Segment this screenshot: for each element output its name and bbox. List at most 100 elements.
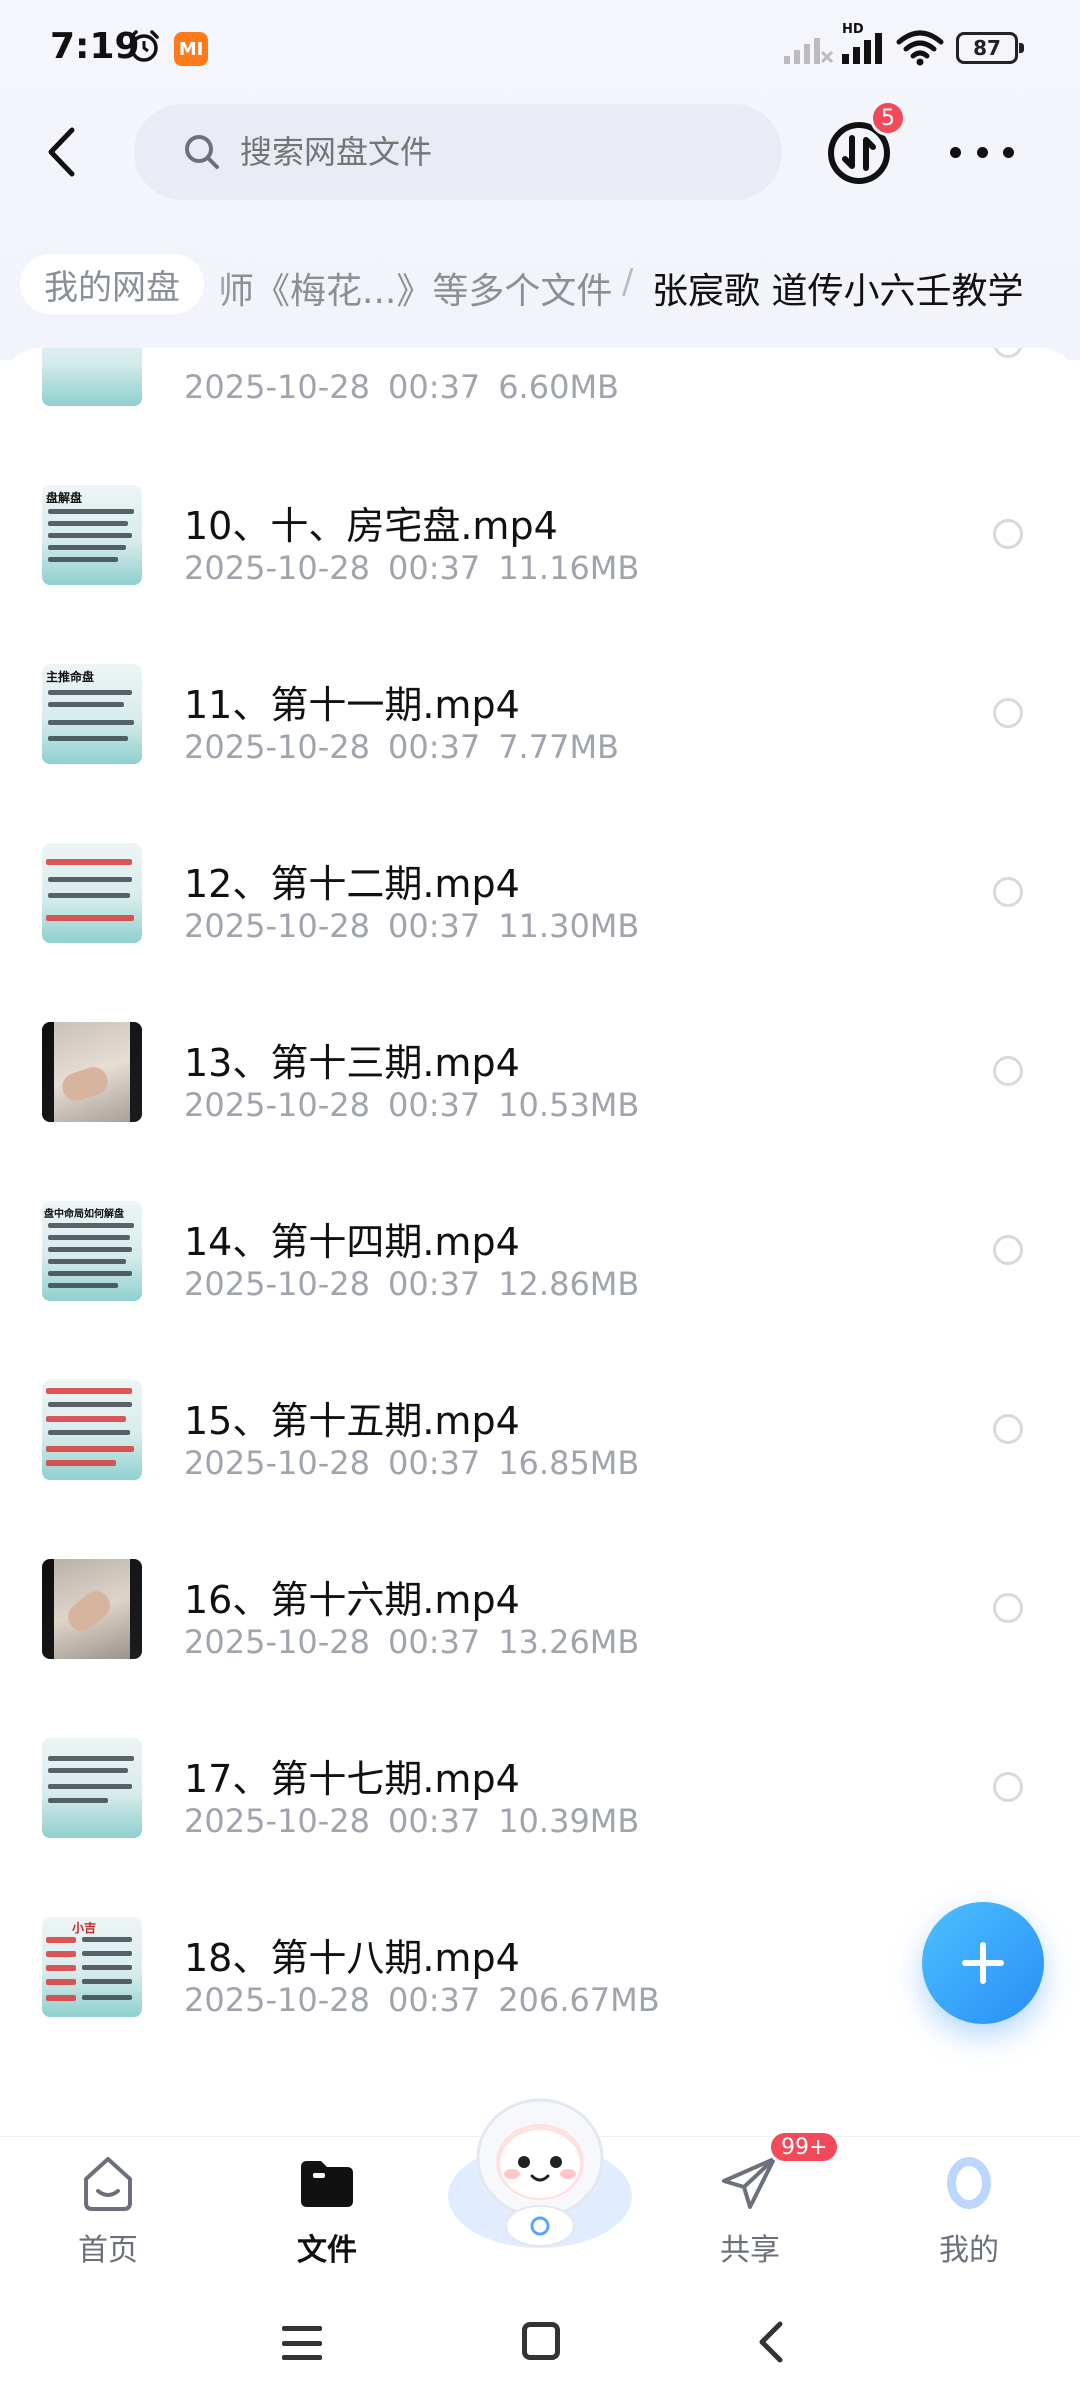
file-row[interactable]: 盘中命局如何解盘 14、第十四期.mp4 2025-10-28 00:37 12.8… (0, 1161, 1080, 1340)
thumbnail-title: 小吉 (72, 1921, 97, 1935)
file-date: 2025-10-28 (184, 1265, 370, 1303)
file-date: 2025-10-28 (184, 907, 370, 945)
signal-strong-icon (842, 33, 882, 64)
system-back-icon[interactable] (752, 2320, 792, 2364)
file-size: 206.67MB (498, 1981, 660, 2019)
nav-me[interactable]: 我的 (894, 2151, 1044, 2281)
file-meta: 2025-10-28 00:37 13.26MB (184, 1623, 639, 1661)
file-time: 00:37 (387, 1086, 481, 1124)
share-count-badge: 99+ (768, 2130, 841, 2164)
file-row[interactable]: 13、第十三期.mp4 2025-10-28 00:37 10.53MB (0, 982, 1080, 1161)
nav-home-label: 首页 (78, 2233, 138, 2268)
back-button[interactable] (36, 120, 86, 184)
more-dot-icon (1003, 146, 1014, 158)
thumbnail-title: 盘解盘 (46, 491, 83, 505)
select-checkbox[interactable] (993, 1772, 1023, 1802)
file-thumbnail (42, 348, 142, 406)
menu-line-icon (282, 2340, 322, 2346)
file-time: 00:37 (387, 549, 481, 587)
file-row[interactable]: 16、第十六期.mp4 2025-10-28 00:37 13.26MB (0, 1519, 1080, 1698)
file-thumbnail (42, 1738, 142, 1838)
breadcrumb-current: 张宸歌 道传小六壬教学 (652, 271, 1024, 312)
file-time: 00:37 (387, 1981, 481, 2019)
search-bar[interactable] (134, 104, 782, 200)
file-row[interactable]: 2025-10-28 00:37 6.60MB (0, 348, 1080, 445)
recent-apps-button[interactable] (282, 2326, 322, 2360)
signal-weak-icon (784, 38, 834, 64)
paper-plane-icon (722, 2157, 776, 2209)
select-checkbox[interactable] (993, 1056, 1023, 1086)
file-name: 10、十、房宅盘.mp4 (184, 504, 558, 548)
nav-home[interactable]: 首页 (33, 2151, 183, 2281)
file-date: 2025-10-28 (184, 368, 370, 406)
breadcrumb-separator: / (622, 262, 634, 302)
select-checkbox[interactable] (993, 348, 1023, 358)
file-row[interactable]: 主推命盘 11、第十一期.mp4 2025-10-28 00:37 7.77MB (0, 624, 1080, 803)
mascot-assistant-button[interactable] (440, 2076, 640, 2256)
file-time: 00:37 (387, 1265, 481, 1303)
file-date: 2025-10-28 (184, 1802, 370, 1840)
file-time: 00:37 (387, 1623, 481, 1661)
status-bar: 7:19 MI HD 87 (0, 0, 1080, 100)
file-date: 2025-10-28 (184, 728, 370, 766)
file-size: 10.39MB (498, 1802, 640, 1840)
file-row[interactable]: 17、第十七期.mp4 2025-10-28 00:37 10.39MB (0, 1698, 1080, 1877)
breadcrumb-root[interactable]: 我的网盘 (20, 254, 204, 314)
profile-icon (947, 2157, 991, 2209)
search-input[interactable] (240, 133, 760, 171)
file-thumbnail: 盘解盘 (42, 485, 142, 585)
file-name: 14、第十四期.mp4 (184, 1220, 520, 1264)
breadcrumb-parent[interactable]: 师《梅花...》等多个文件 (218, 262, 612, 314)
nav-files[interactable]: 文件 (252, 2151, 402, 2281)
menu-line-icon (282, 2326, 322, 2331)
plus-icon (962, 1942, 1004, 1984)
more-dot-icon (950, 146, 961, 158)
menu-line-icon (282, 2355, 322, 2360)
file-time: 00:37 (387, 907, 481, 945)
home-icon (84, 2157, 132, 2211)
select-checkbox[interactable] (993, 698, 1023, 728)
file-thumbnail: 盘中命局如何解盘 (42, 1201, 142, 1301)
file-name: 18、第十八期.mp4 (184, 1936, 520, 1980)
file-thumbnail (42, 1380, 142, 1480)
file-row[interactable]: 12、第十二期.mp4 2025-10-28 00:37 11.30MB (0, 803, 1080, 982)
alarm-icon (129, 30, 159, 62)
file-meta: 2025-10-28 00:37 16.85MB (184, 1444, 639, 1482)
file-size: 6.60MB (498, 368, 619, 406)
file-row[interactable]: 盘解盘 10、十、房宅盘.mp4 2025-10-28 00:37 11.16MB (0, 445, 1080, 624)
file-thumbnail (42, 1022, 142, 1122)
file-size: 16.85MB (498, 1444, 640, 1482)
add-button[interactable] (922, 1902, 1044, 2024)
select-checkbox[interactable] (993, 1593, 1023, 1623)
file-meta: 2025-10-28 00:37 10.53MB (184, 1086, 639, 1124)
file-size: 11.16MB (498, 549, 640, 587)
breadcrumb: 我的网盘 师《梅花...》等多个文件 / 张宸歌 道传小六壬教学 (0, 250, 1080, 320)
more-options-button[interactable] (950, 132, 1014, 172)
file-date: 2025-10-28 (184, 1086, 370, 1124)
file-meta: 2025-10-28 00:37 6.60MB (184, 368, 619, 406)
file-row[interactable]: 15、第十五期.mp4 2025-10-28 00:37 16.85MB (0, 1340, 1080, 1519)
file-row[interactable]: 小吉 18、第十八期.mp4 2025-10-28 00:37 206.67MB (0, 1877, 1080, 2056)
folder-icon (301, 2161, 353, 2207)
nav-files-label: 文件 (297, 2233, 357, 2268)
file-thumbnail: 小吉 (42, 1917, 142, 2017)
file-name: 15、第十五期.mp4 (184, 1399, 520, 1443)
select-checkbox[interactable] (993, 519, 1023, 549)
search-icon (185, 135, 219, 169)
select-checkbox[interactable] (993, 1414, 1023, 1444)
nav-me-label: 我的 (939, 2233, 999, 2268)
select-checkbox[interactable] (993, 1235, 1023, 1265)
nav-share[interactable]: 共享 (675, 2151, 825, 2281)
file-time: 00:37 (387, 1802, 481, 1840)
thumbnail-title: 主推命盘 (46, 670, 95, 684)
file-date: 2025-10-28 (184, 549, 370, 587)
file-list: 2025-10-28 00:37 6.60MB 盘解盘 10、十、房宅盘.mp4 2… (0, 348, 1080, 2128)
transfer-count-badge: 5 (870, 100, 906, 136)
file-size: 13.26MB (498, 1623, 640, 1661)
file-size: 7.77MB (498, 728, 619, 766)
file-meta: 2025-10-28 00:37 7.77MB (184, 728, 619, 766)
battery-indicator: 87 (956, 32, 1024, 64)
file-thumbnail (42, 843, 142, 943)
home-button[interactable] (522, 2322, 560, 2360)
select-checkbox[interactable] (993, 877, 1023, 907)
